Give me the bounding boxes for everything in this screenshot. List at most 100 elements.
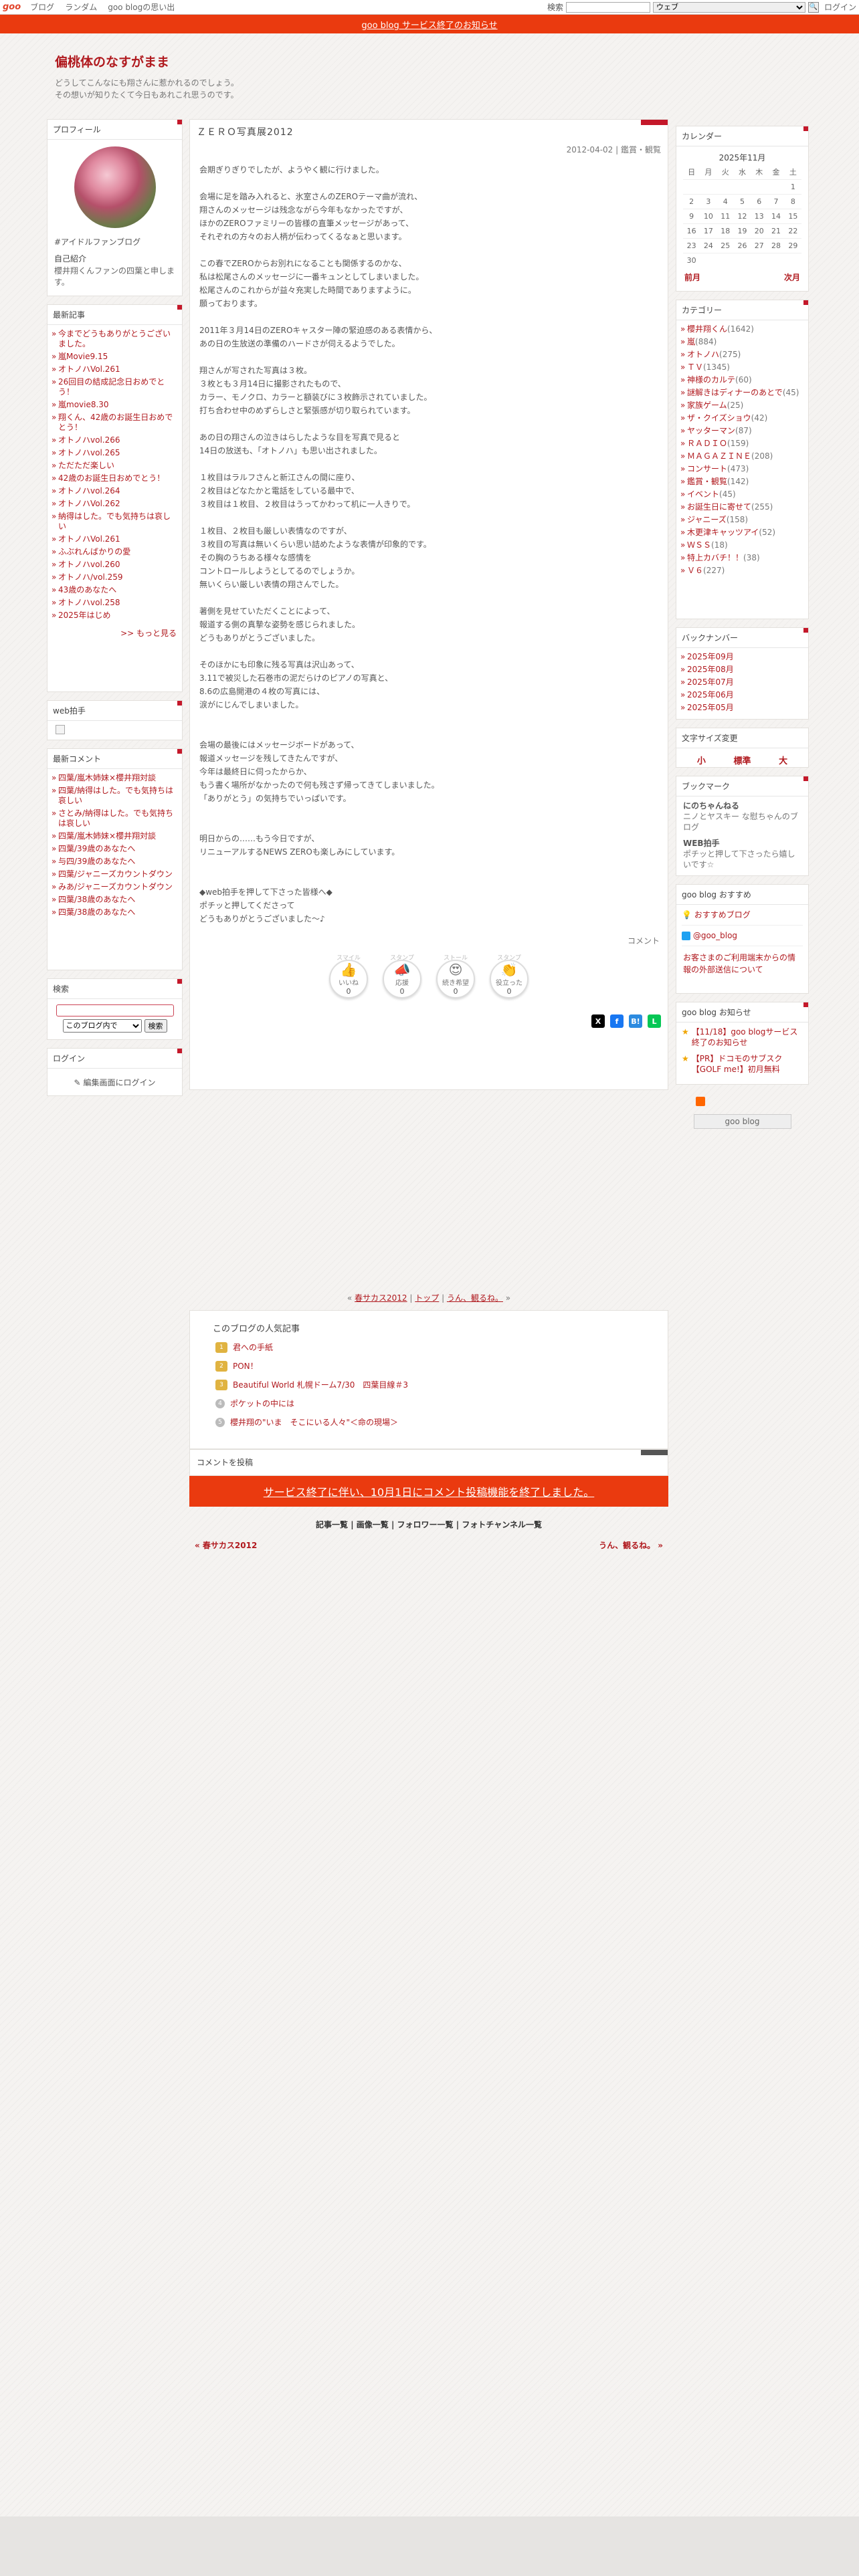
font-small-button[interactable]: 小 (697, 754, 706, 766)
category-item[interactable]: 櫻井翔くん(1642) (680, 323, 804, 336)
top-link[interactable]: トップ (415, 1293, 439, 1303)
recent-comment-item[interactable]: 四葉/38歳のあなたへ (52, 893, 178, 906)
entry-list-link[interactable]: 記事一覧 (316, 1520, 348, 1529)
news-link-1[interactable]: 【11/18】goo blogサービス終了のお知らせ (692, 1027, 803, 1048)
recommend-blog-link[interactable]: おすすめブログ (694, 910, 751, 920)
popular-item[interactable]: 1 君への手紙 (215, 1338, 645, 1357)
category-item[interactable]: コンサート(473) (680, 463, 804, 475)
category-item[interactable]: 謎解きはディナーのあとで(45) (680, 387, 804, 399)
news-item-2[interactable]: ★ 【PR】ドコモのサブスク【GOLF me!】初月無料 (682, 1053, 803, 1075)
webclap-image[interactable] (47, 721, 182, 741)
recent-post-item[interactable]: ただただ楽しい (52, 459, 178, 472)
bookmark-link-2[interactable]: WEB拍手 (683, 838, 801, 849)
recent-post-item[interactable]: 嵐movie8.30 (52, 399, 178, 411)
hatena-share-icon[interactable]: B! (629, 1014, 642, 1028)
category-item[interactable]: 木更津キャッツアイ(52) (680, 526, 804, 539)
popular-item[interactable]: 4 ポケットの中には (215, 1394, 645, 1413)
recent-post-item[interactable]: 今までどうもありがとうございました。 (52, 328, 178, 350)
facebook-share-icon[interactable]: f (610, 1014, 624, 1028)
recent-comment-item[interactable]: 与四/39歳のあなたへ (52, 855, 178, 868)
pager-next[interactable]: うん、観るね。 » (599, 1539, 663, 1551)
pager-prev[interactable]: « 春サカス2012 (195, 1539, 257, 1551)
recent-comment-item[interactable]: 四葉/嵐木姉妹×櫻井翔対談 (52, 772, 178, 784)
entry-category-link[interactable]: 鑑賞・観覧 (621, 145, 661, 154)
news-link-2[interactable]: 【PR】ドコモのサブスク【GOLF me!】初月無料 (692, 1053, 803, 1075)
toolbar-link-memories[interactable]: goo blogの思い出 (108, 1, 175, 13)
next-entry-link[interactable]: うん、観るね。 (447, 1293, 503, 1303)
profile-link[interactable]: #アイドルファンブログ (47, 235, 182, 249)
recent-post-item[interactable]: 嵐Movie9.15 (52, 350, 178, 363)
toolbar-link-random[interactable]: ランダム (65, 1, 97, 13)
more-posts-link[interactable]: >> もっと見る (47, 625, 182, 641)
comment-closed-link[interactable]: サービス終了に伴い、10月1日にコメント投稿機能を終了しました。 (264, 1483, 595, 1499)
image-list-link[interactable]: 画像一覧 (357, 1520, 389, 1529)
recent-comment-item[interactable]: 四葉/39歳のあなたへ (52, 843, 178, 855)
recent-comment-item[interactable]: みあ/ジャニーズカウントダウン (52, 881, 178, 893)
category-item[interactable]: ＷＳＳ(18) (680, 539, 804, 552)
recent-post-item[interactable]: 納得はした。でも気持ちは哀しい (52, 510, 178, 533)
category-item[interactable]: ヤッターマン(87) (680, 425, 804, 437)
goo-blog-badge[interactable]: goo blog (693, 1114, 791, 1129)
photo-channel-link[interactable]: フォトチャンネル一覧 (462, 1520, 542, 1529)
follower-list-link[interactable]: フォロワー一覧 (397, 1520, 454, 1529)
popular-item[interactable]: 3 Beautiful World 札幌ドーム7/30 四葉目線＃3 (215, 1376, 645, 1394)
recent-post-item[interactable]: オトノハ/vol.259 (52, 571, 178, 584)
toolbar-login-link[interactable]: ログイン (824, 1, 856, 13)
recent-comment-item[interactable]: 四葉/ジャニーズカウントダウン (52, 868, 178, 881)
recommend-item-2[interactable]: @goo_blog (682, 926, 803, 946)
recent-post-item[interactable]: オトノハvol.264 (52, 485, 178, 498)
rss-icon[interactable] (696, 1097, 705, 1106)
font-normal-button[interactable]: 標準 (733, 754, 751, 766)
recent-comment-item[interactable]: 四葉/納得はした。でも気持ちは哀しい (52, 784, 178, 807)
backnumber-item[interactable]: 2025年09月 (680, 651, 804, 663)
entry-comment-link[interactable]: コメント (190, 935, 668, 953)
reaction-button[interactable]: ストール 😍 続き希望 0 (436, 955, 475, 998)
reaction-button[interactable]: スマイル 👍 いいね 0 (329, 955, 368, 998)
prev-entry-link[interactable]: 春サカス2012 (355, 1293, 407, 1303)
category-item[interactable]: 嵐(884) (680, 336, 804, 348)
recent-post-item[interactable]: 42歳のお誕生日おめでとう！ (52, 472, 178, 485)
recent-post-item[interactable]: ふぶれんばかりの愛 (52, 546, 178, 558)
news-item-1[interactable]: ★ 【11/18】goo blogサービス終了のお知らせ (682, 1027, 803, 1048)
toolbar-link-blog[interactable]: ブログ (30, 1, 54, 13)
backnumber-item[interactable]: 2025年06月 (680, 689, 804, 702)
search-icon[interactable]: 🔍 (807, 1, 819, 13)
blog-title[interactable]: 偏桃体のなすがまま (55, 52, 239, 70)
backnumber-item[interactable]: 2025年08月 (680, 663, 804, 676)
recent-post-item[interactable]: オトノハvol.260 (52, 558, 178, 571)
category-item[interactable]: ＴＶ(1345) (680, 361, 804, 374)
blog-search-button[interactable]: 検索 (144, 1019, 167, 1033)
category-item[interactable]: ザ・クイズショウ(42) (680, 412, 804, 425)
service-notice-link[interactable]: goo blog サービス終了のお知らせ (361, 18, 497, 31)
search-scope-select[interactable]: ウェブ (652, 1, 805, 13)
recent-post-item[interactable]: オトノハvol.258 (52, 597, 178, 609)
recent-post-item[interactable]: オトノハvol.265 (52, 447, 178, 459)
goo-blog-twitter-link[interactable]: @goo_blog (693, 931, 737, 940)
popular-item[interactable]: 2 PON！ (215, 1357, 645, 1376)
category-item[interactable]: 神様のカルテ(60) (680, 374, 804, 387)
popular-item[interactable]: 5 櫻井翔の"いま そこにいる人々"＜命の現場＞ (215, 1413, 645, 1432)
recent-post-item[interactable]: オトノハVol.262 (52, 498, 178, 510)
calendar-next-month[interactable]: 次月 (784, 272, 800, 283)
recent-comment-item[interactable]: 四葉/38歳のあなたへ (52, 906, 178, 919)
x-share-icon[interactable]: X (591, 1014, 605, 1028)
category-item[interactable]: ＭＡＧＡＺＩＮＥ(208) (680, 450, 804, 463)
reaction-button[interactable]: スタンプ 📣 応援 0 (383, 955, 421, 998)
line-share-icon[interactable]: L (648, 1014, 661, 1028)
recent-post-item[interactable]: 43歳のあなたへ (52, 584, 178, 597)
category-item[interactable]: 鑑賞・観覧(142) (680, 475, 804, 488)
goo-logo[interactable]: goo (3, 2, 21, 12)
font-large-button[interactable]: 大 (779, 754, 787, 766)
recent-comment-item[interactable]: さとみ/納得はした。でも気持ちは哀しい (52, 807, 178, 830)
recent-post-item[interactable]: オトノハVol.261 (52, 363, 178, 376)
category-item[interactable]: 特上カバチ！！(38) (680, 552, 804, 564)
recent-post-item[interactable]: オトノハvol.266 (52, 434, 178, 447)
category-item[interactable]: お誕生日に寄せて(255) (680, 501, 804, 514)
category-item[interactable]: 家族ゲーム(25) (680, 399, 804, 412)
recent-post-item[interactable]: 翔くん、42歳のお誕生日おめでとう！ (52, 411, 178, 434)
entry-title[interactable]: ＺＥＲＯ写真展2012 (190, 120, 668, 144)
external-info-link[interactable]: お客さまのご利用端末からの情報の外部送信について (682, 946, 803, 981)
avatar[interactable] (74, 146, 156, 228)
recent-comment-item[interactable]: 四葉/嵐木姉妹×櫻井翔対談 (52, 830, 178, 843)
reaction-button[interactable]: スタンプ 👏 役立った 0 (490, 955, 529, 998)
